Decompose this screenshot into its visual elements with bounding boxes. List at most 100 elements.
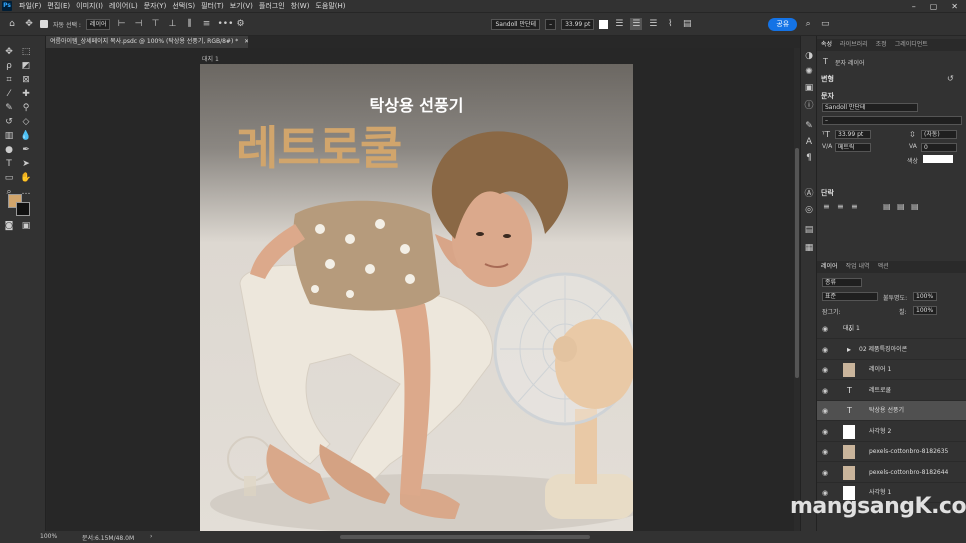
opacity-field[interactable]: 100% xyxy=(913,292,937,301)
frame-tool-icon[interactable]: ⊠ xyxy=(20,74,32,86)
document-tab[interactable]: 여름아이템_상세페이지 복사.psdc @ 100% (탁상용 선풍기, RGB… xyxy=(46,36,248,48)
vertical-scroll-thumb[interactable] xyxy=(795,148,799,378)
align-left-edges-icon[interactable]: ⊢ xyxy=(115,18,127,30)
distribute-icon[interactable]: ⫼ xyxy=(183,18,195,30)
document-title[interactable]: 레트로쿨 xyxy=(236,112,402,178)
tab-history[interactable]: 작업 내역 xyxy=(846,261,870,273)
swatches-panel-icon[interactable]: ✺ xyxy=(803,66,815,78)
para-justify-left-icon[interactable]: ▤ xyxy=(883,202,891,211)
zoom-level[interactable]: 100% xyxy=(40,533,57,540)
menu-type[interactable]: 문자(Y) xyxy=(141,1,170,11)
quick-mask-icon[interactable]: ◙ xyxy=(3,220,15,232)
move-tool-icon[interactable]: ✥ xyxy=(3,46,15,58)
path-selection-tool-icon[interactable]: ➤ xyxy=(20,158,32,170)
document-canvas[interactable]: 탁상용 선풍기 레트로쿨 xyxy=(200,64,633,534)
visibility-eye-icon[interactable]: ◉ xyxy=(822,401,828,421)
visibility-eye-icon[interactable]: ◉ xyxy=(822,422,828,442)
reset-icon[interactable]: ↺ xyxy=(947,74,954,83)
type-tool-icon[interactable]: T xyxy=(3,158,15,170)
hand-tool-icon[interactable]: ✋ xyxy=(20,172,32,184)
visibility-eye-icon[interactable]: ◉ xyxy=(822,319,828,339)
libraries-panel-icon[interactable]: ◎ xyxy=(803,204,815,216)
menu-window[interactable]: 창(W) xyxy=(288,1,313,11)
layer-filter-dropdown[interactable]: 종류 xyxy=(822,278,862,287)
paragraph-section-header[interactable]: 단락 xyxy=(821,188,834,198)
search-icon[interactable]: ⌕ xyxy=(802,18,814,30)
layer-row[interactable]: ◉ ⌄ 대지 1 xyxy=(817,319,966,339)
layer-row[interactable]: ◉ pexels-cottonbro-8182644 xyxy=(817,463,966,483)
text-color-swatch[interactable] xyxy=(599,19,609,29)
layer-row[interactable]: ◉ 레이어 1 xyxy=(817,360,966,380)
align-top-edges-icon[interactable]: ⊥ xyxy=(166,18,178,30)
align-center-text-icon[interactable]: ☰ xyxy=(630,18,643,30)
tab-layers[interactable]: 레이어 xyxy=(821,261,838,273)
font-family-field[interactable]: Sandoll 만단테 xyxy=(491,18,541,30)
brush-panel-icon[interactable]: ✎ xyxy=(803,120,815,132)
visibility-eye-icon[interactable]: ◉ xyxy=(822,381,828,401)
panel-leading[interactable]: (자동) xyxy=(921,130,957,139)
menu-view[interactable]: 보기(V) xyxy=(227,1,256,11)
healing-brush-tool-icon[interactable]: ✚ xyxy=(20,88,32,100)
clone-stamp-tool-icon[interactable]: ⚲ xyxy=(20,102,32,114)
panel-kerning[interactable]: 메트릭 xyxy=(835,143,871,152)
tab-actions[interactable]: 액션 xyxy=(878,261,889,273)
tab-close-icon[interactable]: ✕ xyxy=(244,38,248,45)
eraser-tool-icon[interactable]: ◇ xyxy=(20,116,32,128)
tab-libraries[interactable]: 라이브러리 xyxy=(840,39,868,51)
background-color-swatch[interactable] xyxy=(16,202,30,216)
distribute-vertical-icon[interactable]: ≡ xyxy=(200,18,212,30)
move-tool-icon[interactable]: ✥ xyxy=(23,18,35,30)
gradient-tool-icon[interactable]: ▥ xyxy=(3,130,15,142)
layer-row[interactable]: ◉ ▸ 02 제품특징아이콘 xyxy=(817,340,966,360)
panel-tracking[interactable]: 0 xyxy=(921,143,957,152)
artboard-tool-icon[interactable]: ⬚ xyxy=(20,46,32,58)
font-size-field[interactable]: 33.99 pt xyxy=(561,18,595,30)
paths-panel-icon[interactable]: ▤ xyxy=(803,224,815,236)
menu-image[interactable]: 이미지(I) xyxy=(73,1,106,11)
workspace-icon[interactable]: ▭ xyxy=(819,18,831,30)
font-style-field[interactable]: – xyxy=(545,18,557,30)
character-panel-icon[interactable]: ▤ xyxy=(681,18,693,30)
tab-gradients[interactable]: 그레이디언트 xyxy=(895,39,928,51)
tab-adjustments[interactable]: 조정 xyxy=(876,39,887,51)
gear-icon[interactable]: ⚙ xyxy=(234,18,246,30)
align-right-text-icon[interactable]: ☰ xyxy=(647,18,659,30)
menu-layer[interactable]: 레이어(L) xyxy=(106,1,141,11)
shape-tool-icon[interactable]: ▭ xyxy=(3,172,15,184)
menu-select[interactable]: 선택(S) xyxy=(169,1,198,11)
close-button[interactable]: ✕ xyxy=(951,2,958,11)
para-align-right-icon[interactable]: ≡ xyxy=(851,202,858,211)
tab-properties[interactable]: 속성 xyxy=(821,39,832,51)
visibility-eye-icon[interactable]: ◉ xyxy=(822,360,828,380)
paragraph-panel-icon[interactable]: ¶ xyxy=(803,152,815,164)
artboard-label[interactable]: 대지 1 xyxy=(202,54,219,63)
menu-filter[interactable]: 필터(T) xyxy=(198,1,227,11)
fill-field[interactable]: 100% xyxy=(913,306,937,315)
transform-section-header[interactable]: 변형 xyxy=(821,74,834,84)
history-brush-tool-icon[interactable]: ↺ xyxy=(3,116,15,128)
panel-font-family[interactable]: Sandoll 만단테 xyxy=(822,103,918,112)
character-section-header[interactable]: 문자 xyxy=(821,91,834,101)
para-justify-right-icon[interactable]: ▤ xyxy=(911,202,919,211)
color-panel-icon[interactable]: ◑ xyxy=(803,50,815,62)
brush-tool-icon[interactable]: ✎ xyxy=(3,102,15,114)
para-align-left-icon[interactable]: ≡ xyxy=(823,202,830,211)
align-right-edges-icon[interactable]: ⊤ xyxy=(149,18,161,30)
para-align-center-icon[interactable]: ≡ xyxy=(837,202,844,211)
layer-row[interactable]: ◉ T 레트로쿨 xyxy=(817,381,966,401)
menu-plugins[interactable]: 플러그인 xyxy=(256,1,288,11)
blur-tool-icon[interactable]: 💧 xyxy=(20,130,32,142)
pen-tool-icon[interactable]: ✒ xyxy=(20,144,32,156)
channels-panel-icon[interactable]: ▦ xyxy=(803,242,815,254)
share-button[interactable]: 공유 xyxy=(768,17,798,31)
menu-edit[interactable]: 편집(E) xyxy=(44,1,73,11)
dodge-tool-icon[interactable]: ● xyxy=(3,144,15,156)
menu-help[interactable]: 도움말(H) xyxy=(312,1,348,11)
crop-tool-icon[interactable]: ⌗ xyxy=(3,74,15,86)
panel-font-size[interactable]: 33.99 pt xyxy=(835,130,871,139)
eyedropper-tool-icon[interactable]: ⁄ xyxy=(3,88,15,100)
lasso-tool-icon[interactable]: ρ xyxy=(3,60,15,72)
more-options-button[interactable]: ••• xyxy=(217,18,233,30)
warp-text-icon[interactable]: ⌇ xyxy=(664,18,676,30)
visibility-eye-icon[interactable]: ◉ xyxy=(822,442,828,462)
